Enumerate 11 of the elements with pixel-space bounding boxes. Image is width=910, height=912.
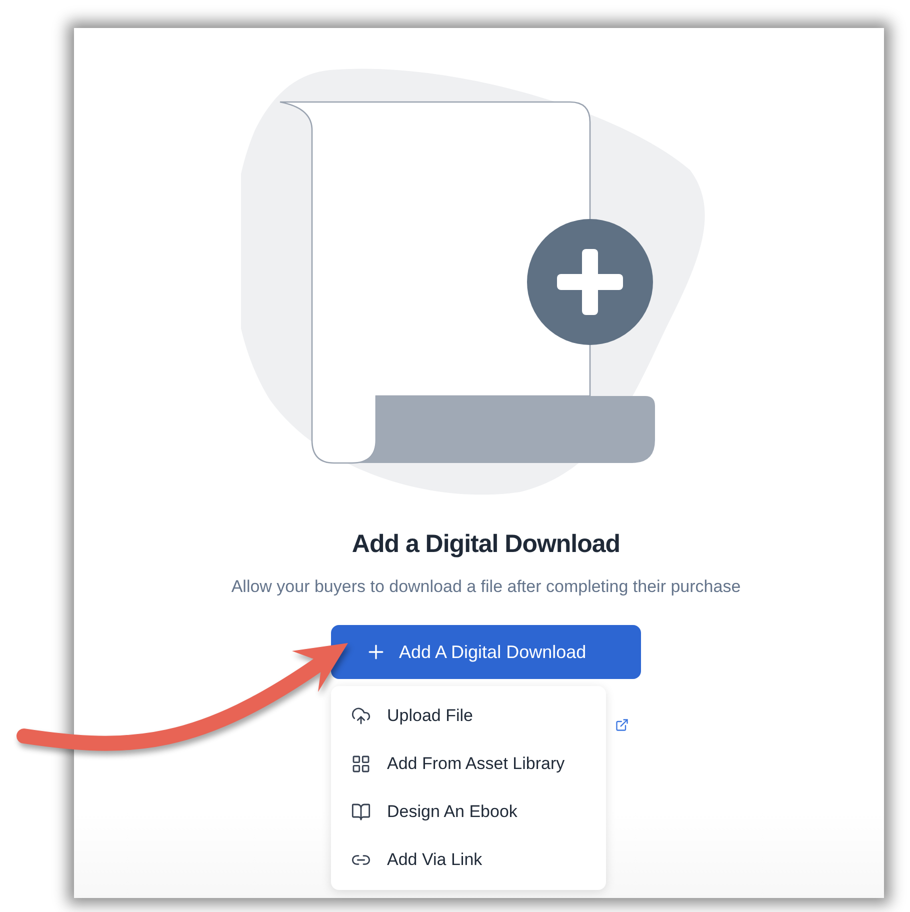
add-digital-download-button[interactable]: Add A Digital Download bbox=[331, 625, 641, 679]
menu-item[interactable]: Add Via Link bbox=[331, 836, 606, 884]
empty-state-title: Add a Digital Download bbox=[352, 529, 620, 560]
menu-item[interactable]: Upload File bbox=[331, 692, 606, 740]
menu-item[interactable]: Add From Asset Library bbox=[331, 740, 606, 788]
external-link-icon[interactable] bbox=[615, 718, 629, 732]
empty-state-description: Allow your buyers to download a file after completing their purchase bbox=[231, 576, 741, 598]
grid-icon bbox=[351, 754, 371, 774]
book-icon bbox=[351, 802, 371, 822]
upload-cloud-icon bbox=[351, 706, 371, 726]
menu-item[interactable]: Design An Ebook bbox=[331, 788, 606, 836]
